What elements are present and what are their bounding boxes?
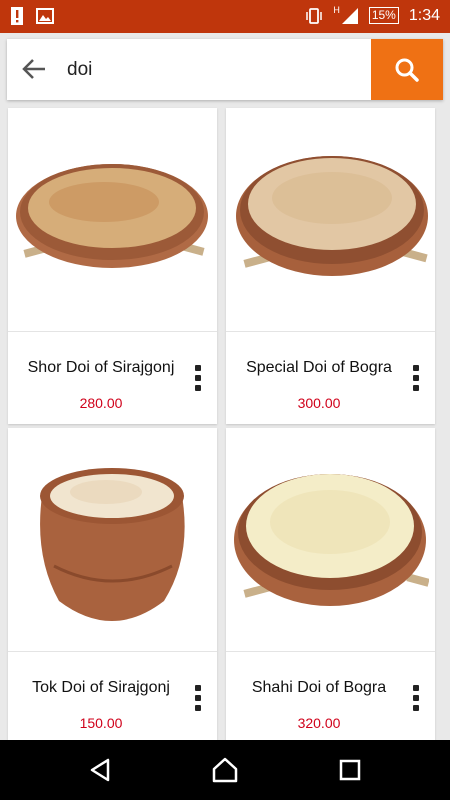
product-name[interactable]: Shor Doi of Sirajgonj (8, 359, 194, 377)
product-image[interactable] (232, 116, 429, 321)
card-divider (226, 651, 435, 652)
product-card[interactable]: Tok Doi of Sirajgonj 150.00 (8, 428, 217, 744)
battery-indicator: 15% (368, 7, 399, 24)
status-bar: H 15% 1:34 (0, 0, 450, 33)
vibrate-icon (306, 7, 323, 24)
home-icon[interactable] (210, 755, 240, 785)
more-options-icon[interactable] (411, 365, 421, 391)
card-divider (8, 331, 217, 332)
product-name[interactable]: Special Doi of Bogra (226, 359, 412, 377)
product-price: 320.00 (297, 715, 341, 731)
product-image[interactable] (232, 436, 429, 641)
card-divider (8, 651, 217, 652)
product-card[interactable]: Shahi Doi of Bogra 320.00 (226, 428, 435, 744)
signal-icon (341, 8, 358, 24)
image-icon (36, 8, 54, 24)
search-icon (395, 58, 419, 82)
card-divider (226, 331, 435, 332)
product-price: 150.00 (79, 715, 123, 731)
more-options-icon[interactable] (193, 685, 203, 711)
system-nav-bar (0, 740, 450, 800)
alert-icon (11, 7, 23, 25)
search-bar (7, 39, 443, 100)
clock: 1:34 (408, 6, 440, 24)
network-type: H (333, 5, 340, 15)
more-options-icon[interactable] (193, 365, 203, 391)
back-triangle-icon[interactable] (86, 755, 116, 785)
product-price: 300.00 (297, 395, 341, 411)
search-input[interactable] (67, 51, 367, 89)
product-card[interactable]: Special Doi of Bogra 300.00 (226, 108, 435, 424)
product-name[interactable]: Shahi Doi of Bogra (226, 679, 412, 697)
battery-percent: 15% (371, 8, 396, 22)
product-name[interactable]: Tok Doi of Sirajgonj (8, 679, 194, 697)
product-image[interactable] (14, 436, 211, 641)
product-price: 280.00 (79, 395, 123, 411)
back-arrow-icon[interactable] (19, 55, 49, 85)
recents-square-icon[interactable] (335, 755, 365, 785)
signal-indicator: H (333, 6, 359, 25)
search-button[interactable] (371, 39, 443, 100)
more-options-icon[interactable] (411, 685, 421, 711)
product-card[interactable]: Shor Doi of Sirajgonj 280.00 (8, 108, 217, 424)
product-image[interactable] (14, 116, 211, 321)
